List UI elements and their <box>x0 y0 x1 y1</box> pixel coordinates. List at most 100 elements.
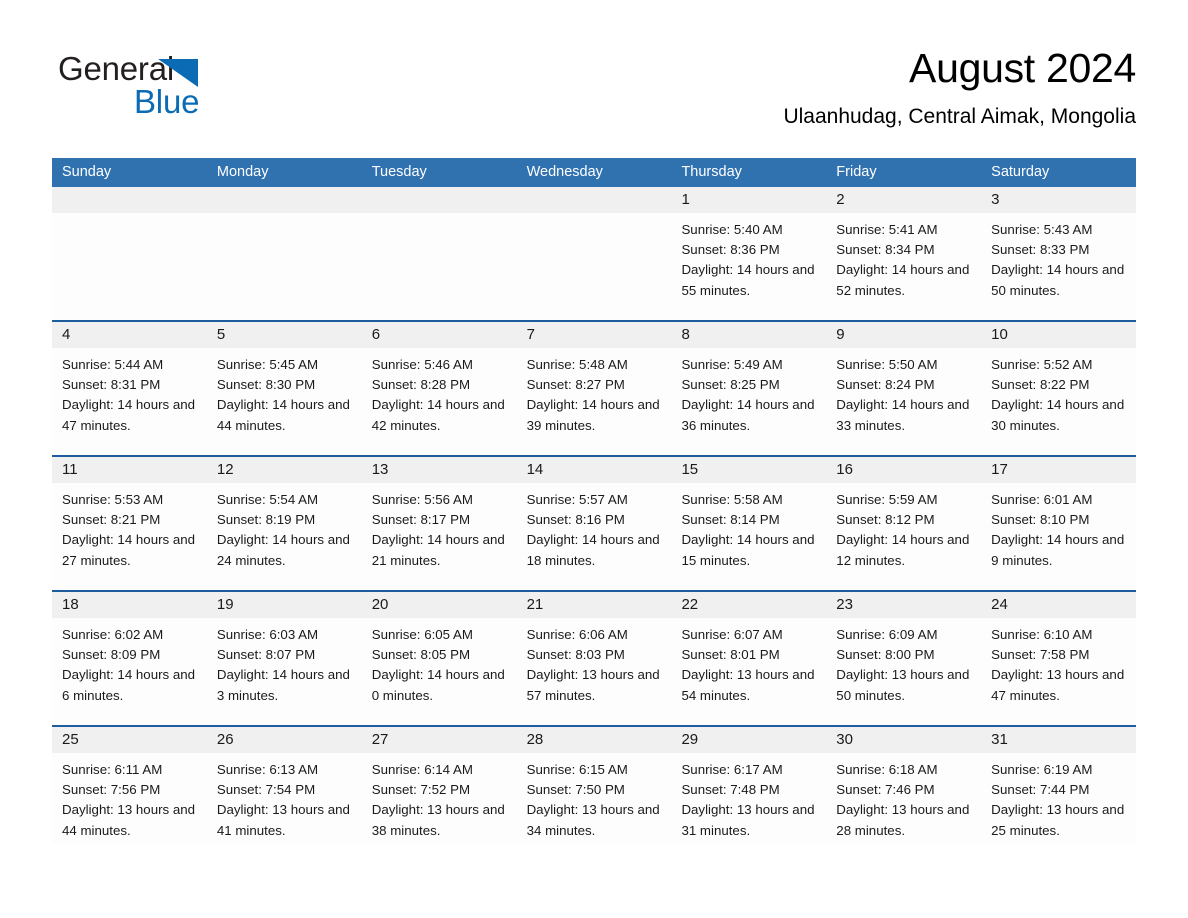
sunrise-text: Sunrise: 5:58 AM <box>681 492 783 507</box>
sunset-text: Sunset: 7:44 PM <box>991 782 1090 798</box>
calendar-week-row: 11 Sunrise: 5:53 AM Sunset: 8:21 PM Dayligh… <box>52 455 1137 590</box>
calendar-day-cell[interactable]: 26 Sunrise: 6:13 AM Sunset: 7:54 PM Dayligh… <box>206 727 362 843</box>
daylight-text: Daylight: 14 hours and 27 minutes. <box>62 532 196 568</box>
calendar-day-cell[interactable]: 30 Sunrise: 6:18 AM Sunset: 7:46 PM Dayligh… <box>826 727 982 843</box>
calendar-day-cell[interactable]: 31 Sunrise: 6:19 AM Sunset: 7:44 PM Dayligh… <box>981 727 1137 843</box>
sunrise-text: Sunrise: 5:56 AM <box>371 492 473 507</box>
daylight-text: Daylight: 14 hours and 0 minutes. <box>371 667 505 703</box>
calendar-day-cell[interactable]: 25 Sunrise: 6:11 AM Sunset: 7:56 PM Dayligh… <box>52 727 207 843</box>
daylight-text: Daylight: 13 hours and 25 minutes. <box>991 802 1125 838</box>
calendar-day-cell[interactable]: 18 Sunrise: 6:02 AM Sunset: 8:09 PM Dayligh… <box>52 592 207 725</box>
calendar-day-cell[interactable]: 29 Sunrise: 6:17 AM Sunset: 7:48 PM Dayligh… <box>671 727 827 843</box>
sunset-text: Sunset: 7:54 PM <box>216 782 316 798</box>
calendar-day-cell[interactable]: 16 Sunrise: 5:59 AM Sunset: 8:12 PM Dayligh… <box>826 457 982 590</box>
calendar-day-cell[interactable]: 13 Sunrise: 5:56 AM Sunset: 8:17 PM Dayligh… <box>361 457 517 590</box>
daylight-text: Daylight: 14 hours and 36 minutes. <box>681 397 815 433</box>
day-details: Sunrise: 5:59 AM Sunset: 8:12 PM Daylight:… <box>826 483 981 571</box>
calendar-day-cell[interactable]: 6 Sunrise: 5:46 AM Sunset: 8:28 PM Daylight… <box>361 322 517 455</box>
sunrise-text: Sunrise: 6:14 AM <box>371 762 473 777</box>
sunrise-text: Sunrise: 6:18 AM <box>836 762 938 777</box>
calendar-day-cell[interactable]: 1 Sunrise: 5:40 AM Sunset: 8:36 PM Daylight… <box>671 187 827 320</box>
sunrise-text: Sunrise: 5:53 AM <box>62 492 164 507</box>
calendar-day-cell[interactable]: 7 Sunrise: 5:48 AM Sunset: 8:27 PM Daylight… <box>516 322 672 455</box>
calendar-day-cell[interactable]: 4 Sunrise: 5:44 AM Sunset: 8:31 PM Daylight… <box>52 322 207 455</box>
day-details: Sunrise: 5:46 AM Sunset: 8:28 PM Daylight:… <box>362 348 517 436</box>
calendar-day-cell[interactable]: 27 Sunrise: 6:14 AM Sunset: 7:52 PM Dayligh… <box>361 727 517 843</box>
day-number: 10 <box>981 322 1137 348</box>
calendar-day-cell[interactable]: 17 Sunrise: 6:01 AM Sunset: 8:10 PM Dayligh… <box>981 457 1137 590</box>
sunrise-text: Sunrise: 5:49 AM <box>681 357 783 372</box>
day-number: 26 <box>206 727 362 753</box>
calendar-day-cell[interactable]: 19 Sunrise: 6:03 AM Sunset: 8:07 PM Dayligh… <box>206 592 362 725</box>
day-number: 13 <box>361 457 517 483</box>
sunset-text: Sunset: 8:34 PM <box>836 242 935 258</box>
day-details: Sunrise: 6:07 AM Sunset: 8:01 PM Daylight:… <box>671 618 826 706</box>
calendar-day-cell[interactable]: 9 Sunrise: 5:50 AM Sunset: 8:24 PM Daylight… <box>826 322 982 455</box>
calendar-day-cell[interactable]: 20 Sunrise: 6:05 AM Sunset: 8:05 PM Dayligh… <box>361 592 517 725</box>
sunrise-text: Sunrise: 5:59 AM <box>836 492 938 507</box>
calendar-cell-empty <box>206 187 362 320</box>
calendar-week-cells: 11 Sunrise: 5:53 AM Sunset: 8:21 PM Dayligh… <box>52 457 1137 590</box>
calendar-day-cell[interactable]: 22 Sunrise: 6:07 AM Sunset: 8:01 PM Dayligh… <box>671 592 827 725</box>
day-number: 3 <box>981 187 1137 213</box>
sunrise-text: Sunrise: 6:03 AM <box>216 627 319 642</box>
sunset-text: Sunset: 7:48 PM <box>681 782 780 798</box>
sunrise-text: Sunrise: 6:01 AM <box>991 492 1093 507</box>
calendar-day-cell[interactable]: 12 Sunrise: 5:54 AM Sunset: 8:19 PM Dayligh… <box>206 457 362 590</box>
calendar-week-cells: 1 Sunrise: 5:40 AM Sunset: 8:36 PM Daylight… <box>52 187 1137 320</box>
calendar-day-cell[interactable]: 8 Sunrise: 5:49 AM Sunset: 8:25 PM Daylight… <box>671 322 827 455</box>
calendar-day-cell[interactable]: 23 Sunrise: 6:09 AM Sunset: 8:00 PM Dayligh… <box>826 592 982 725</box>
day-header-thursday: Thursday <box>681 164 742 180</box>
day-number: 8 <box>671 322 827 348</box>
day-number: 15 <box>671 457 827 483</box>
sunrise-text: Sunrise: 6:11 AM <box>62 762 163 777</box>
sunrise-text: Sunrise: 5:45 AM <box>216 357 319 372</box>
calendar-day-cell[interactable]: 5 Sunrise: 5:45 AM Sunset: 8:30 PM Daylight… <box>206 322 362 455</box>
calendar-day-cell[interactable]: 24 Sunrise: 6:10 AM Sunset: 7:58 PM Dayligh… <box>981 592 1137 725</box>
sunset-text: Sunset: 8:17 PM <box>371 512 471 528</box>
day-details: Sunrise: 5:54 AM Sunset: 8:19 PM Daylight:… <box>207 483 362 571</box>
day-header-monday: Monday <box>216 164 269 180</box>
sunset-text: Sunset: 8:27 PM <box>526 377 625 393</box>
day-header-saturday: Saturday <box>991 164 1050 180</box>
calendar-day-cell[interactable]: 28 Sunrise: 6:15 AM Sunset: 7:50 PM Dayligh… <box>516 727 672 843</box>
daylight-text: Daylight: 14 hours and 44 minutes. <box>216 397 350 433</box>
sunset-text: Sunset: 8:14 PM <box>681 512 780 528</box>
calendar-day-cell[interactable]: 10 Sunrise: 5:52 AM Sunset: 8:22 PM Dayligh… <box>981 322 1137 455</box>
sunset-text: Sunset: 8:03 PM <box>526 647 625 663</box>
sunrise-text: Sunrise: 5:50 AM <box>836 357 938 372</box>
day-number: 24 <box>981 592 1137 618</box>
day-details: Sunrise: 5:43 AM Sunset: 8:33 PM Daylight:… <box>981 213 1136 301</box>
calendar-day-cell[interactable]: 11 Sunrise: 5:53 AM Sunset: 8:21 PM Dayligh… <box>52 457 207 590</box>
calendar-day-cell[interactable]: 21 Sunrise: 6:06 AM Sunset: 8:03 PM Dayligh… <box>516 592 672 725</box>
day-number <box>206 187 362 213</box>
sunset-text: Sunset: 8:19 PM <box>216 512 316 528</box>
calendar-day-cell[interactable]: 3 Sunrise: 5:43 AM Sunset: 8:33 PM Daylight… <box>981 187 1137 320</box>
day-number: 14 <box>516 457 672 483</box>
calendar-day-cell[interactable]: 14 Sunrise: 5:57 AM Sunset: 8:16 PM Dayligh… <box>516 457 672 590</box>
sunset-text: Sunset: 8:01 PM <box>681 647 780 663</box>
daylight-text: Daylight: 14 hours and 6 minutes. <box>62 667 196 703</box>
sunrise-text: Sunrise: 6:07 AM <box>681 627 783 642</box>
daylight-text: Daylight: 13 hours and 38 minutes. <box>371 802 505 838</box>
day-details: Sunrise: 5:48 AM Sunset: 8:27 PM Daylight:… <box>517 348 672 436</box>
calendar-day-cell[interactable]: 2 Sunrise: 5:41 AM Sunset: 8:34 PM Daylight… <box>826 187 982 320</box>
day-number: 23 <box>826 592 982 618</box>
calendar-day-cell[interactable]: 15 Sunrise: 5:58 AM Sunset: 8:14 PM Dayligh… <box>671 457 827 590</box>
sunset-text: Sunset: 8:07 PM <box>216 647 316 663</box>
day-number: 19 <box>206 592 362 618</box>
sunrise-text: Sunrise: 5:40 AM <box>681 222 783 237</box>
day-header-friday: Friday <box>836 164 877 180</box>
sunset-text: Sunset: 8:16 PM <box>526 512 625 528</box>
day-number: 7 <box>516 322 672 348</box>
calendar-week-cells: 4 Sunrise: 5:44 AM Sunset: 8:31 PM Daylight… <box>52 322 1137 455</box>
calendar-page: General Blue August 2024 Ulaanhudag, Cen… <box>0 0 1188 918</box>
day-details: Sunrise: 6:02 AM Sunset: 8:09 PM Daylight:… <box>52 618 207 706</box>
day-header-wednesday: Wednesday <box>526 164 603 180</box>
day-details: Sunrise: 6:05 AM Sunset: 8:05 PM Daylight:… <box>362 618 517 706</box>
sunset-text: Sunset: 7:56 PM <box>62 782 161 798</box>
day-number: 25 <box>52 727 207 753</box>
sunset-text: Sunset: 8:33 PM <box>991 242 1090 258</box>
day-details: Sunrise: 5:50 AM Sunset: 8:24 PM Daylight:… <box>826 348 981 436</box>
daylight-text: Daylight: 14 hours and 15 minutes. <box>681 532 815 568</box>
